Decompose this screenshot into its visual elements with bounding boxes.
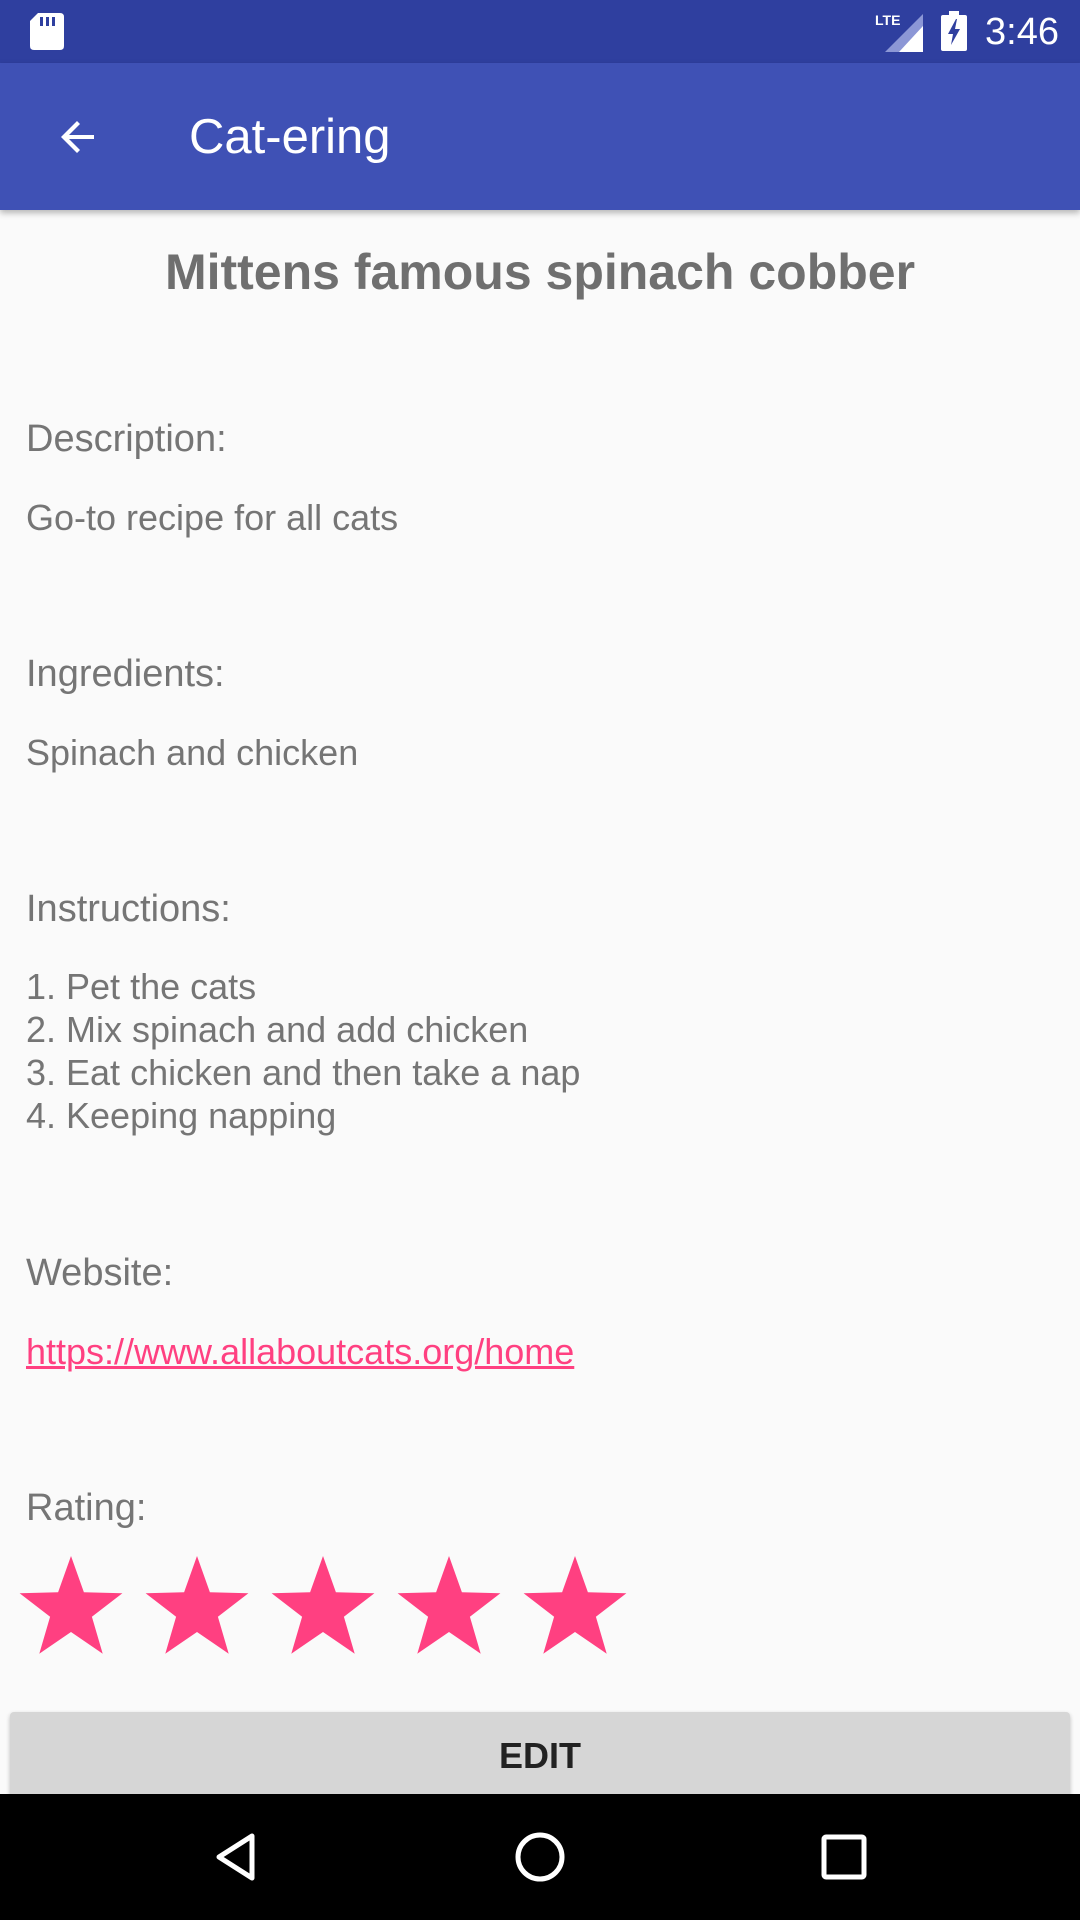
star-icon: [523, 1556, 627, 1654]
nav-back-icon: [216, 1833, 255, 1881]
rating-star[interactable]: [512, 1556, 638, 1660]
nav-home-icon: [515, 1832, 565, 1882]
arrow-back-icon: [61, 121, 94, 153]
instruction-step: 4. Keeping napping: [26, 1095, 337, 1136]
lte-signal-icon: LTE: [875, 12, 923, 52]
star-icon: [397, 1556, 501, 1654]
instruction-step: 1. Pet the cats: [26, 966, 257, 1007]
app-title: Cat-ering: [189, 110, 391, 164]
rating-star[interactable]: [260, 1556, 386, 1660]
instruction-step: 3. Eat chicken and then take a nap: [26, 1052, 581, 1093]
recipe-title: Mittens famous spinach cobber: [164, 244, 916, 300]
svg-text:LTE: LTE: [875, 12, 900, 28]
description-value: Go-to recipe for all cats: [26, 497, 399, 538]
back-button[interactable]: [40, 99, 116, 175]
nav-recents-button[interactable]: [804, 1817, 884, 1897]
instruction-step: 2. Mix spinach and add chicken: [26, 1009, 529, 1050]
app-bar: Cat-ering: [0, 63, 1080, 210]
rating-star[interactable]: [8, 1556, 134, 1660]
star-icon: [145, 1556, 249, 1654]
status-bar: LTE 3:46: [0, 0, 1080, 63]
status-time: 3:46: [985, 11, 1059, 53]
star-icon: [19, 1556, 123, 1654]
nav-recents-icon: [821, 1834, 867, 1880]
rating-star[interactable]: [386, 1556, 512, 1660]
battery-charging-icon: [941, 11, 967, 51]
instructions-label: Instructions:: [26, 888, 231, 930]
rating-star[interactable]: [134, 1556, 260, 1660]
star-icon: [271, 1556, 375, 1654]
nav-home-button[interactable]: [500, 1817, 580, 1897]
nav-back-button[interactable]: [196, 1817, 276, 1897]
ingredients-label: Ingredients:: [26, 653, 225, 695]
rating-bar[interactable]: [8, 1556, 638, 1660]
website-label: Website:: [26, 1252, 174, 1294]
ingredients-value: Spinach and chicken: [26, 732, 359, 773]
navigation-bar: [0, 1794, 1080, 1920]
rating-label: Rating:: [26, 1487, 147, 1529]
instructions-list: 1. Pet the cats 2. Mix spinach and add c…: [26, 965, 1046, 1137]
website-link[interactable]: https://www.allaboutcats.org/home: [26, 1330, 574, 1373]
description-label: Description:: [26, 418, 227, 460]
sd-card-icon: [30, 13, 64, 50]
